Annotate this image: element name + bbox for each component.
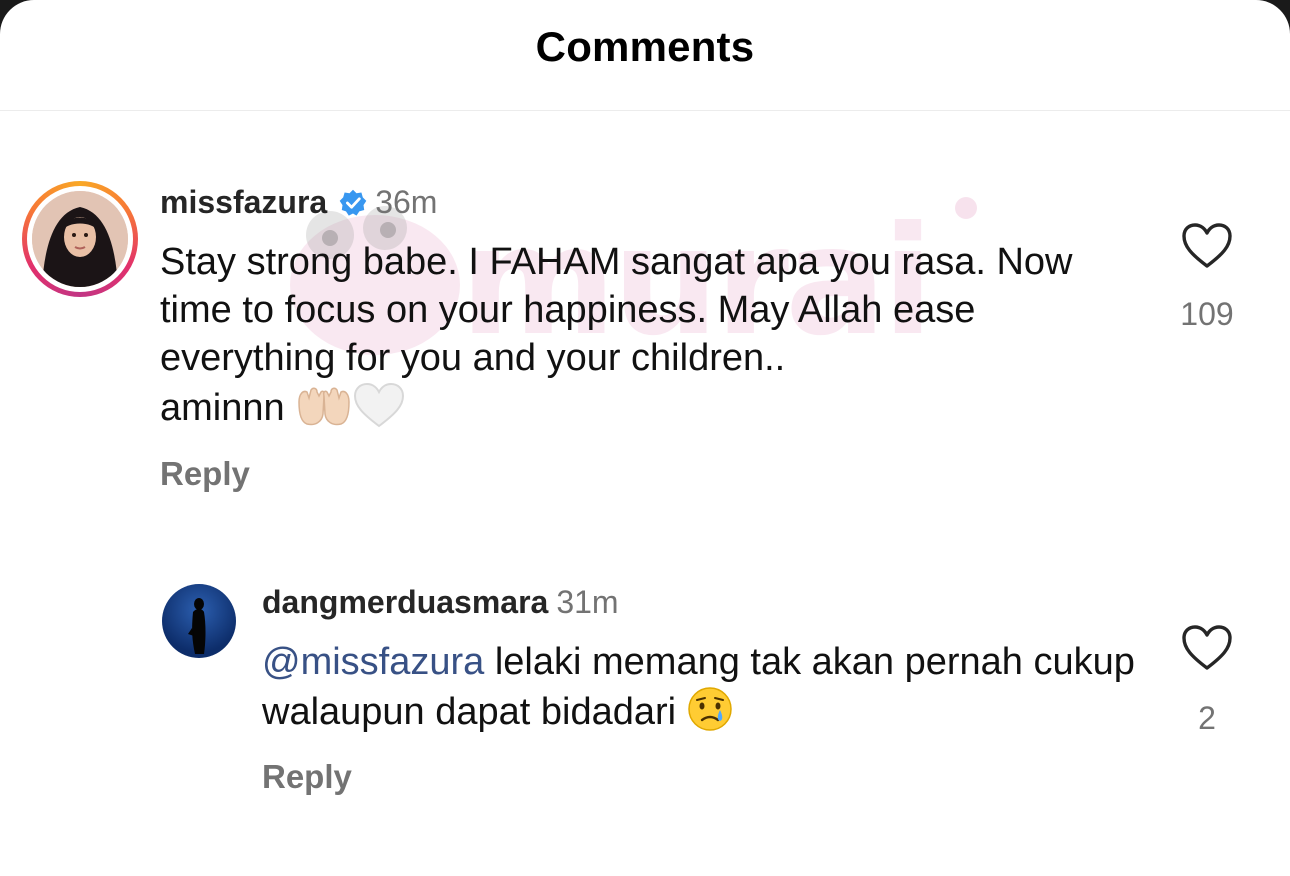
- like-count: 109: [1180, 296, 1234, 332]
- comment-username[interactable]: missfazura: [160, 184, 327, 221]
- avatar[interactable]: [22, 181, 138, 297]
- comments-header: Comments: [0, 0, 1290, 111]
- crying-face-icon: [687, 686, 733, 744]
- mention-link[interactable]: @missfazura: [262, 641, 484, 683]
- heart-icon[interactable]: [1181, 624, 1233, 672]
- reply-button[interactable]: Reply: [262, 758, 352, 796]
- reply-button[interactable]: Reply: [160, 455, 250, 493]
- silhouette-avatar-icon: [188, 598, 206, 654]
- avatar[interactable]: [162, 584, 236, 658]
- page-title: Comments: [535, 23, 755, 70]
- white-heart-icon: [353, 382, 405, 440]
- comments-sheet: Comments murai missfazura 36m Stay stron…: [0, 0, 1290, 876]
- comment-text: Stay strong babe. I FAHAM sangat apa you…: [160, 238, 1120, 440]
- comment-text: @missfazura lelaki memang tak akan perna…: [262, 638, 1142, 744]
- heart-icon[interactable]: [1181, 222, 1233, 270]
- avatar-photo: [32, 191, 128, 287]
- palms-up-together-icon: [295, 386, 353, 440]
- like-count: 2: [1198, 700, 1216, 736]
- comment-timestamp: 31m: [556, 584, 619, 620]
- comment-timestamp: 36m: [375, 184, 438, 220]
- verified-badge-icon: [339, 189, 367, 216]
- comment-username[interactable]: dangmerduasmara: [262, 584, 548, 621]
